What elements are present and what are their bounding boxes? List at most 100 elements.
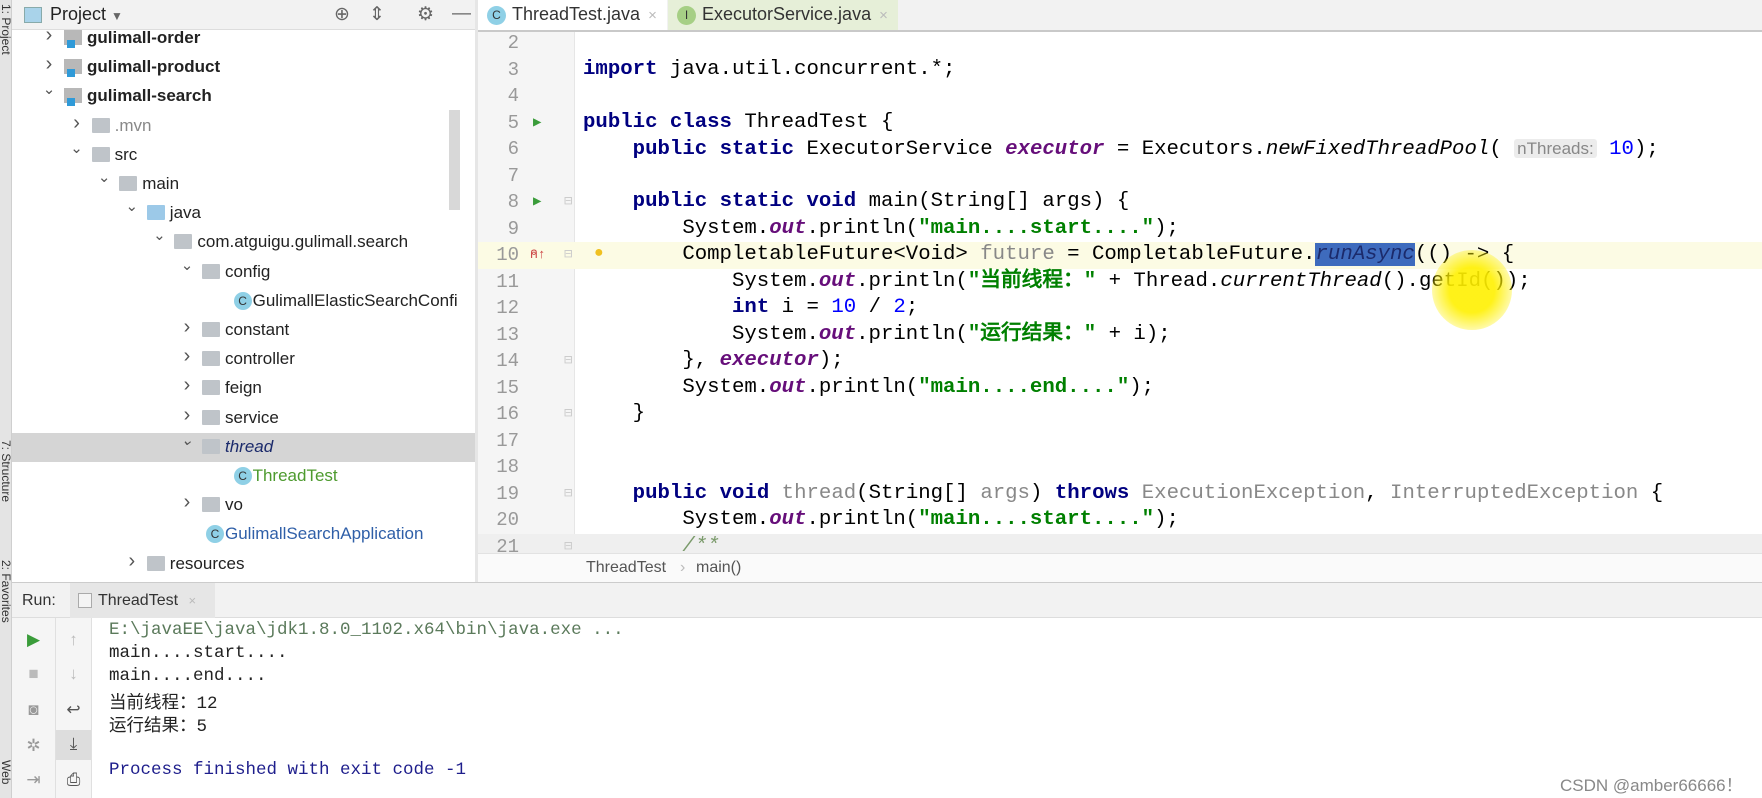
override-icon[interactable]: ⍝↑: [530, 242, 546, 269]
tree-item[interactable]: › controller: [12, 345, 475, 374]
locate-icon[interactable]: ⊕: [334, 3, 350, 26]
arrow-down-icon[interactable]: ↓: [56, 664, 91, 684]
code-line[interactable]: 3 import java.util.concurrent.*;: [478, 57, 1762, 84]
tree-item[interactable]: › service: [12, 404, 475, 433]
code-line[interactable]: 13 System.out.println("运行结果：" + i);: [478, 322, 1762, 349]
run-gutter-icon[interactable]: ▶: [533, 110, 541, 137]
restore-layout-icon[interactable]: ✲: [12, 736, 55, 756]
tree-item[interactable]: › constant: [12, 316, 475, 345]
fold-icon[interactable]: ⊟: [564, 189, 572, 216]
code-line[interactable]: 17: [478, 428, 1762, 455]
code-line[interactable]: 12 int i = 10 / 2;: [478, 295, 1762, 322]
chevron-right-icon[interactable]: ›: [180, 345, 194, 368]
close-icon[interactable]: ×: [189, 593, 197, 608]
tree-item-label: gulimall-product: [87, 57, 221, 77]
chevron-right-icon[interactable]: ›: [180, 374, 194, 397]
tree-item[interactable]: C GulimallSearchApplication: [12, 520, 475, 549]
code-line[interactable]: 21 ⊟ /**: [478, 533, 1762, 554]
fold-icon[interactable]: ⊟: [564, 348, 572, 375]
tree-item[interactable]: ⌄ com.atguigu.gulimall.search: [12, 226, 475, 257]
hide-icon[interactable]: —: [452, 3, 471, 25]
collapse-all-icon[interactable]: ⇕: [369, 3, 385, 26]
code-line[interactable]: 8 ▶ ⊟ public static void main(String[] arg…: [478, 189, 1762, 216]
code-line[interactable]: 18: [478, 454, 1762, 481]
chevron-down-icon[interactable]: ⌄: [180, 256, 194, 274]
breadcrumb-class[interactable]: ThreadTest: [586, 559, 666, 577]
close-icon[interactable]: ×: [648, 7, 657, 24]
console-output[interactable]: E:\javaEE\java\jdk1.8.0_1102.x64\bin\jav…: [92, 618, 1762, 798]
run-tab-threadtest[interactable]: ThreadTest ×: [70, 583, 215, 618]
chevron-right-icon[interactable]: ›: [42, 53, 56, 76]
code-line[interactable]: 4: [478, 83, 1762, 110]
fold-icon[interactable]: ⊟: [564, 534, 572, 554]
chevron-down-icon[interactable]: ⌄: [97, 168, 111, 186]
rerun-icon[interactable]: ▶: [12, 630, 55, 650]
code-token: /**: [682, 534, 720, 554]
tool-window-strip: 1: Project 7: Structure 2: Favorites Web: [0, 0, 13, 798]
print-icon[interactable]: ⎙: [56, 770, 91, 790]
chevron-down-icon[interactable]: ⌄: [152, 226, 166, 244]
tree-item[interactable]: › feign: [12, 374, 475, 403]
tree-item[interactable]: › vo: [12, 491, 475, 520]
code-line[interactable]: 6 public static ExecutorService executor…: [478, 136, 1762, 163]
chevron-down-icon[interactable]: ⌄: [180, 431, 194, 449]
tree-item[interactable]: C GulimallElasticSearchConfi: [12, 287, 475, 316]
tree-item[interactable]: › resources: [12, 550, 475, 579]
tree-item[interactable]: › .mvn: [12, 112, 475, 141]
tab-threadtest-java[interactable]: C ThreadTest.java ×: [478, 0, 667, 30]
chevron-right-icon[interactable]: ›: [180, 404, 194, 427]
scroll-to-end-icon[interactable]: ⤓: [56, 730, 91, 760]
code-editor[interactable]: 2 3 import java.util.concurrent.*; 4 5 ▶ publi…: [478, 32, 1762, 553]
stop-icon[interactable]: ■: [12, 664, 55, 684]
code-line[interactable]: 19 ⊟ public void thread(String[] args) th…: [478, 481, 1762, 508]
code-text: System.out.println("当前线程：" + Thread.curr…: [583, 269, 1531, 296]
tree-item[interactable]: ⌄ java: [12, 197, 475, 228]
login-icon[interactable]: ⇥: [12, 770, 55, 790]
fold-icon[interactable]: ⊟: [564, 242, 572, 269]
tree-item[interactable]: ⌄ main: [12, 168, 475, 199]
chevron-right-icon[interactable]: ›: [70, 112, 84, 135]
code-line[interactable]: 20 System.out.println("main....start....…: [478, 507, 1762, 534]
fold-icon[interactable]: ⊟: [564, 481, 572, 508]
camera-icon[interactable]: ◙: [12, 700, 55, 720]
tree-scrollbar[interactable]: [449, 110, 460, 210]
code-line[interactable]: 16 ⊟ }: [478, 401, 1762, 428]
breadcrumb-method[interactable]: main(): [696, 559, 741, 577]
chevron-down-icon[interactable]: ⌄: [125, 197, 139, 215]
close-icon[interactable]: ×: [879, 7, 888, 24]
chevron-down-icon[interactable]: ⌄: [42, 80, 56, 98]
chevron-right-icon[interactable]: ›: [42, 30, 56, 47]
class-icon: C: [233, 467, 252, 485]
code-line[interactable]: 15 System.out.println("main....end....")…: [478, 375, 1762, 402]
chevron-right-icon[interactable]: ›: [180, 491, 194, 514]
chevron-right-icon[interactable]: ›: [125, 550, 139, 573]
tab-executorservice-java[interactable]: I ExecutorService.java ×: [668, 0, 898, 30]
fold-icon[interactable]: ⊟: [564, 401, 572, 428]
code-line[interactable]: 2: [478, 32, 1762, 57]
tree-item[interactable]: › gulimall-order: [12, 30, 475, 53]
chevron-right-icon[interactable]: ›: [180, 316, 194, 339]
chevron-down-icon[interactable]: ⌄: [70, 139, 84, 157]
tree-item[interactable]: C ThreadTest: [12, 462, 475, 491]
code-line[interactable]: 7: [478, 163, 1762, 190]
gear-icon[interactable]: ⚙: [417, 3, 434, 26]
code-line[interactable]: 5 ▶ public class ThreadTest {: [478, 110, 1762, 137]
code-token: ;: [905, 296, 919, 319]
run-gutter-icon[interactable]: ▶: [533, 189, 541, 216]
tree-item[interactable]: ⌄ config: [12, 256, 475, 287]
code-token: currentThread: [1220, 269, 1382, 293]
code-line[interactable]: 9 System.out.println("main....start...."…: [478, 216, 1762, 243]
arrow-up-icon[interactable]: ↑: [56, 630, 91, 650]
code-line[interactable]: 14 ⊟ }, executor);: [478, 348, 1762, 375]
code-token: System.: [583, 375, 770, 399]
tree-item[interactable]: › gulimall-product: [12, 53, 475, 82]
tree-item[interactable]: ⌄ src: [12, 139, 475, 170]
tree-item[interactable]: ⌄ gulimall-search: [12, 80, 475, 111]
code-line[interactable]: 10 ⍝↑ ⊟ ● CompletableFuture<Void> future = …: [478, 242, 1762, 269]
project-view-selector[interactable]: Project ▼: [50, 4, 123, 25]
tree-item[interactable]: ⌄ thread: [12, 431, 475, 462]
class-icon: C: [206, 525, 224, 544]
soft-wrap-icon[interactable]: ↩: [56, 700, 91, 720]
code-line[interactable]: 11 System.out.println("当前线程：" + Thread.c…: [478, 269, 1762, 296]
